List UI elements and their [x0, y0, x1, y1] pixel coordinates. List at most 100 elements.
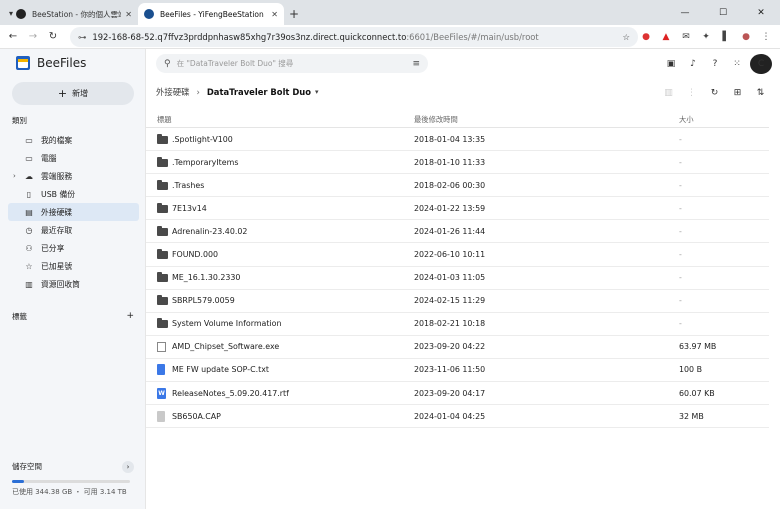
sort-icon[interactable]: ⇅: [749, 84, 772, 102]
file-name-cell: ME_16.1.30.2330: [146, 272, 414, 283]
sidebar-item-label: 最近存取: [41, 225, 73, 235]
bookmark-star-icon[interactable]: ☆: [622, 32, 630, 42]
more-options-icon[interactable]: ⋮: [680, 84, 703, 102]
filter-icon[interactable]: ≡: [412, 59, 420, 69]
notification-bell-icon[interactable]: ♪: [682, 54, 704, 74]
sidebar-item-label: 雲端服務: [41, 171, 73, 181]
file-size: -: [679, 180, 682, 190]
sidebar-item-trash[interactable]: ▥ 資源回收筒: [8, 275, 139, 293]
table-row[interactable]: .TemporaryItems 2018-01-10 11:33 -: [146, 151, 769, 175]
sidebar-item-recent[interactable]: ◷ 最近存取: [8, 221, 139, 239]
apps-grid-icon[interactable]: ⁙: [726, 54, 748, 74]
forward-icon[interactable]: →: [23, 27, 43, 47]
grid-view-icon[interactable]: ⊞: [726, 84, 749, 102]
view-actions: ▥ ⋮ ↻ ⊞ ⇅: [657, 84, 772, 102]
file-size: -: [679, 203, 682, 213]
extension-red-icon[interactable]: ●: [636, 27, 656, 47]
folder-icon: [157, 249, 168, 260]
table-row[interactable]: .Trashes 2018-02-06 00:30 -: [146, 174, 769, 198]
file-name: Adrenalin-23.40.02: [172, 226, 248, 236]
sidebar-item-my-files[interactable]: ▭ 我的檔案: [8, 131, 139, 149]
site-info-icon[interactable]: ⊶: [78, 32, 86, 42]
chevron-right-icon[interactable]: ›: [122, 461, 134, 473]
new-tab-button[interactable]: +: [284, 3, 304, 25]
address-bar[interactable]: ⊶ 192-168-68-52.q7ffvz3prddpnhasw85xhg7r…: [70, 27, 638, 47]
file-modified: 2024-01-04 04:25: [414, 411, 486, 421]
topbar-icons: ▣ ♪ ? ⁙ C: [660, 54, 772, 74]
side-panel-icon[interactable]: ▌: [716, 27, 736, 47]
table-row[interactable]: .Spotlight-V100 2018-01-04 13:35 -: [146, 128, 769, 152]
app-topbar: ⚲ 在 "DataTraveler Bolt Duo" 搜尋 ≡ ▣ ♪ ? ⁙…: [146, 49, 780, 79]
storage-panel: 儲存空間 › 已使用 344.38 GB ・ 可用 3.14 TB: [12, 461, 134, 497]
delete-icon[interactable]: ▥: [657, 84, 680, 102]
column-header-size[interactable]: 大小: [679, 115, 769, 125]
extensions-puzzle-icon[interactable]: ✦: [696, 27, 716, 47]
sidebar-item-computer[interactable]: ▭ 電腦: [8, 149, 139, 167]
file-name: SB650A.CAP: [172, 411, 221, 421]
tasks-icon[interactable]: ▣: [660, 54, 682, 74]
table-row[interactable]: ME_16.1.30.2330 2024-01-03 11:05 -: [146, 267, 769, 290]
table-row[interactable]: W ReleaseNotes_5.09.20.417.rtf 2023-09-20 …: [146, 382, 769, 406]
sidebar-item-label: 資源回收筒: [41, 279, 80, 289]
browser-menu-icon[interactable]: ⋮: [756, 27, 776, 47]
file-icon: [157, 410, 165, 422]
file-modified: 2024-01-03 11:05: [414, 273, 486, 283]
column-header-modified[interactable]: 最後修改時間: [414, 115, 679, 125]
browser-tab-beefiles[interactable]: BeeFiles - YiFengBeeStation ✕: [138, 3, 284, 25]
file-size: -: [679, 226, 682, 236]
breadcrumb-current[interactable]: DataTraveler Bolt Duo: [207, 87, 311, 97]
file-size: 100 B: [679, 365, 702, 375]
chevron-down-icon[interactable]: ▾: [315, 88, 319, 96]
table-row[interactable]: SB650A.CAP 2024-01-04 04:25 32 MB: [146, 405, 769, 429]
back-icon[interactable]: ←: [3, 27, 23, 47]
minimize-icon[interactable]: —: [666, 0, 704, 25]
file-name-cell: .Spotlight-V100: [146, 133, 414, 144]
chevron-right-icon[interactable]: ›: [13, 172, 16, 180]
close-window-icon[interactable]: ✕: [742, 0, 780, 25]
close-tab-icon[interactable]: ✕: [125, 10, 132, 19]
app-logo[interactable]: BeeFiles: [16, 56, 86, 70]
folder-icon: [157, 179, 168, 190]
file-modified: 2024-01-22 13:59: [414, 203, 486, 213]
sidebar-item-usb-backup[interactable]: ▯ USB 備份: [8, 185, 139, 203]
sidebar-item-starred[interactable]: ☆ 已加星號: [8, 257, 139, 275]
file-name: ME FW update SOP-C.txt: [172, 365, 269, 375]
table-row[interactable]: 7E13v14 2024-01-22 13:59 -: [146, 197, 769, 221]
sidebar-item-external-drive[interactable]: ▤ 外接硬碟: [8, 203, 139, 221]
table-row[interactable]: ME FW update SOP-C.txt 2023-11-06 11:50 10…: [146, 359, 769, 383]
browser-tab-beestation[interactable]: BeeStation - 你的個人雲端之旅 ✕: [10, 3, 138, 25]
sidebar-item-label: 電腦: [41, 153, 57, 163]
file-name-cell: AMD_Chipset_Software.exe: [146, 341, 414, 352]
sidebar-item-shared[interactable]: ⚇ 已分享: [8, 239, 139, 257]
column-header-name[interactable]: 標題: [146, 115, 414, 125]
breadcrumb-parent[interactable]: 外接硬碟: [156, 86, 190, 98]
file-name-cell: W ReleaseNotes_5.09.20.417.rtf: [146, 387, 414, 399]
folder-icon: [157, 318, 168, 329]
refresh-icon[interactable]: ↻: [703, 84, 726, 102]
table-row[interactable]: AMD_Chipset_Software.exe 2023-09-20 04:22…: [146, 336, 769, 359]
maximize-icon[interactable]: ☐: [704, 0, 742, 25]
sidebar-item-cloud-services[interactable]: › ☁ 雲端服務: [8, 167, 139, 185]
avatar[interactable]: C: [750, 54, 772, 74]
file-modified: 2023-09-20 04:17: [414, 388, 486, 398]
storage-bar-fill: [12, 480, 24, 483]
sidebar-item-label: 已分享: [41, 243, 65, 253]
storage-title: 儲存空間: [12, 462, 42, 471]
breadcrumb: 外接硬碟 › DataTraveler Bolt Duo ▾: [156, 86, 319, 98]
add-label-icon[interactable]: +: [126, 311, 134, 322]
extension-mail-icon[interactable]: ✉: [676, 27, 696, 47]
table-row[interactable]: SBRPL579.0059 2024-02-15 11:29 -: [146, 290, 769, 313]
help-icon[interactable]: ?: [704, 54, 726, 74]
new-button[interactable]: + 新增: [12, 82, 134, 105]
search-input[interactable]: ⚲ 在 "DataTraveler Bolt Duo" 搜尋 ≡: [156, 54, 428, 73]
close-tab-icon[interactable]: ✕: [271, 10, 278, 19]
table-row[interactable]: Adrenalin-23.40.02 2024-01-26 11:44 -: [146, 220, 769, 244]
acrobat-extension-icon[interactable]: ▲: [656, 27, 676, 47]
profile-avatar-icon[interactable]: ●: [736, 27, 756, 47]
table-row[interactable]: FOUND.000 2022-06-10 10:11 -: [146, 243, 769, 267]
sidebar: BeeFiles + 新增 類別 ▭ 我的檔案 ▭ 電腦 › ☁ 雲端服務 ▯ …: [0, 49, 146, 509]
tab-title: BeeFiles - YiFengBeeStation: [160, 9, 264, 19]
table-row[interactable]: System Volume Information 2018-02-21 10:1…: [146, 313, 769, 336]
reload-icon[interactable]: ↻: [43, 27, 63, 47]
file-size: -: [679, 134, 682, 144]
